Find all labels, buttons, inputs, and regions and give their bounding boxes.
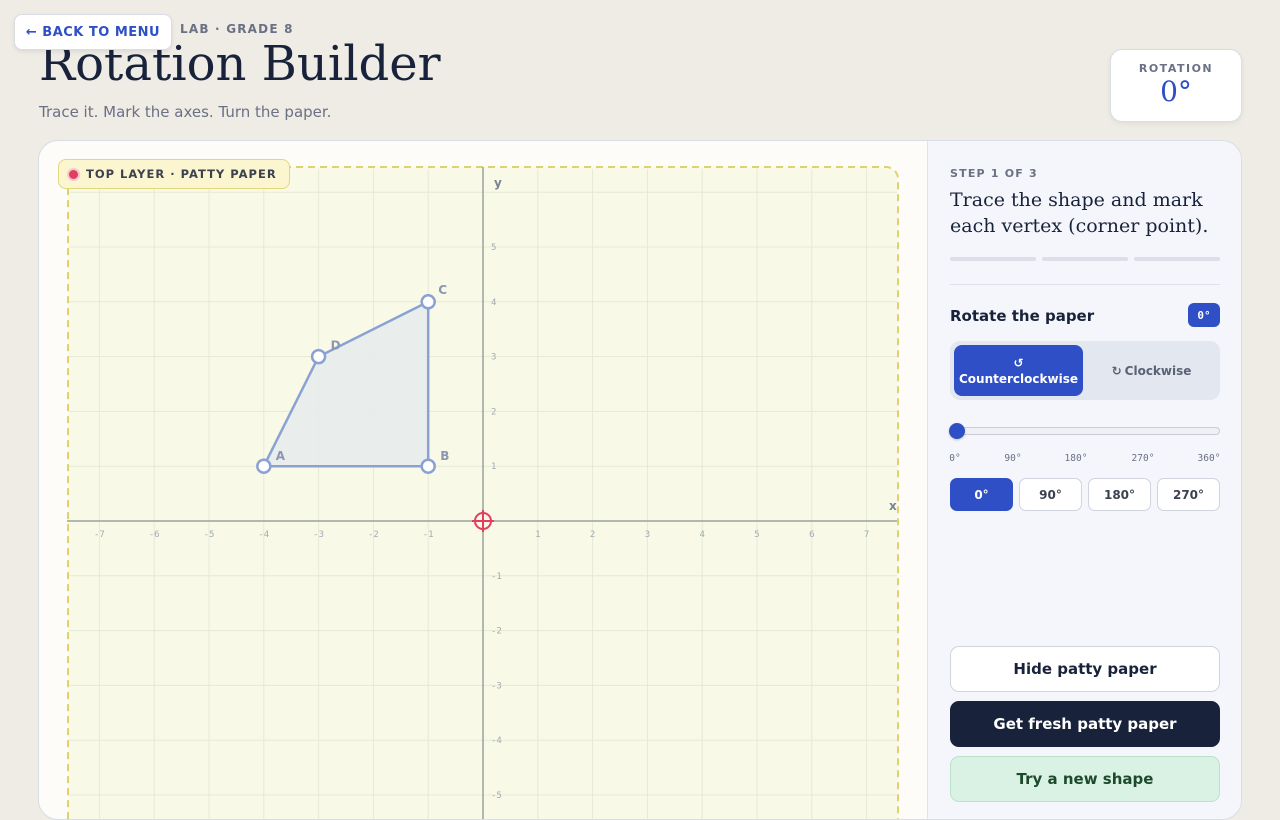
x-axis-label: x xyxy=(889,499,897,513)
x-tick-label: -1 xyxy=(423,530,434,540)
direction-toggle: ↺ Counterclockwise ↻ Clockwise xyxy=(950,341,1220,400)
vertex-handle xyxy=(310,348,327,365)
rotate-cw-icon: ↻ xyxy=(1111,363,1122,378)
y-axis-label: y xyxy=(494,176,502,190)
control-panel: STEP 1 OF 3 Trace the shape and mark eac… xyxy=(927,141,1241,819)
clockwise-label: Clockwise xyxy=(1124,363,1192,378)
rotation-readout-label: ROTATION xyxy=(1138,62,1214,75)
lab-eyebrow: LAB · GRADE 8 xyxy=(180,22,294,36)
progress-segment xyxy=(1042,257,1128,261)
preset-0-button[interactable]: 0° xyxy=(950,478,1013,511)
x-tick-label: 1 xyxy=(535,530,540,540)
x-tick-label: 3 xyxy=(645,530,650,540)
progress-segment xyxy=(950,257,1036,261)
fresh-patty-paper-button[interactable]: Get fresh patty paper xyxy=(950,701,1220,747)
slider-tick: 0° xyxy=(949,453,961,464)
preset-270-button[interactable]: 270° xyxy=(1157,478,1220,511)
x-tick-label: -3 xyxy=(313,530,324,540)
preset-90-button[interactable]: 90° xyxy=(1019,478,1082,511)
page-subtitle: Trace it. Mark the axes. Turn the paper. xyxy=(39,103,332,121)
y-tick-label: 3 xyxy=(491,353,496,363)
rotation-slider-thumb[interactable] xyxy=(949,423,965,439)
x-tick-label: -4 xyxy=(258,530,269,540)
y-tick-label: -4 xyxy=(491,736,502,746)
layer-dot-icon xyxy=(69,169,78,179)
x-tick-label: 7 xyxy=(864,530,869,540)
preset-angles: 0° 90° 180° 270° xyxy=(950,478,1220,511)
vertex-handle xyxy=(420,458,436,474)
x-tick-label: -7 xyxy=(94,530,105,540)
vertex-label: C xyxy=(438,283,447,297)
x-tick-label: 2 xyxy=(590,530,595,540)
x-tick-label: 6 xyxy=(809,530,814,540)
clockwise-button[interactable]: ↻ Clockwise xyxy=(1087,345,1216,396)
progress-segment xyxy=(1134,257,1220,261)
workspace-card: x y -7 -6 -5 -4 -3 -2 -1 1 2 3 4 5 6 7 5 4 3 2 1 -1 -2 -3 -4 -5 A B… xyxy=(38,140,1242,820)
rotation-readout-card: ROTATION 0° xyxy=(1110,49,1242,122)
vertex-label: B xyxy=(440,449,449,463)
slider-tick: 360° xyxy=(1197,453,1221,464)
counterclockwise-label: Counterclockwise xyxy=(959,371,1078,386)
x-tick-label: -6 xyxy=(149,530,160,540)
divider xyxy=(950,284,1220,285)
layer-tag-label: TOP LAYER · PATTY PAPER xyxy=(86,167,277,181)
x-tick-label: -2 xyxy=(368,530,379,540)
y-tick-label: 1 xyxy=(491,462,496,472)
y-tick-label: 5 xyxy=(491,243,496,253)
coordinate-plane[interactable]: xy-7 -6 -5 -4 -3 -2 -1 1 2 3 4 5 6 754321-1-2-3-4-5A B… xyxy=(39,141,927,820)
x-tick-label: 4 xyxy=(699,530,704,540)
step-progress xyxy=(950,257,1220,261)
y-tick-label: -3 xyxy=(491,681,502,691)
coordinate-canvas[interactable]: x y -7 -6 -5 -4 -3 -2 -1 1 2 3 4 5 6 7 5 4 3 2 1 -1 -2 -3 -4 -5 A B… xyxy=(39,141,927,820)
slider-tick: 90° xyxy=(1004,453,1022,464)
back-to-menu-button[interactable]: ← BACK TO MENU xyxy=(14,14,172,50)
new-shape-button[interactable]: Try a new shape xyxy=(950,756,1220,802)
degree-badge: 0° xyxy=(1188,303,1220,327)
layer-tag: TOP LAYER · PATTY PAPER xyxy=(58,159,290,189)
rotation-readout-value: 0° xyxy=(1160,75,1192,108)
step-label: STEP 1 OF 3 xyxy=(950,167,1038,180)
x-tick-label: -5 xyxy=(204,530,215,540)
slider-tick: 270° xyxy=(1131,453,1155,464)
y-tick-label: -1 xyxy=(491,572,502,582)
vertex-handle xyxy=(256,458,272,474)
y-tick-label: 2 xyxy=(491,407,496,417)
hide-patty-paper-button[interactable]: Hide patty paper xyxy=(950,646,1220,692)
slider-ticks: 0° 90° 180° 270° 360° xyxy=(949,453,1221,467)
rotation-slider-track[interactable] xyxy=(950,427,1220,435)
step-instruction: Trace the shape and mark each vertex (co… xyxy=(950,189,1209,237)
vertex-label: A xyxy=(276,449,286,463)
y-tick-label: -2 xyxy=(491,627,502,637)
vertex-label: D xyxy=(331,339,341,353)
slider-tick: 180° xyxy=(1064,453,1088,464)
x-tick-label: 5 xyxy=(754,530,759,540)
preset-180-button[interactable]: 180° xyxy=(1088,478,1151,511)
rotate-section-title: Rotate the paper xyxy=(950,307,1095,325)
vertex-handle xyxy=(420,294,436,310)
rotate-ccw-icon: ↺ xyxy=(1013,355,1024,370)
y-tick-label: 4 xyxy=(491,298,496,308)
counterclockwise-button[interactable]: ↺ Counterclockwise xyxy=(954,345,1083,396)
